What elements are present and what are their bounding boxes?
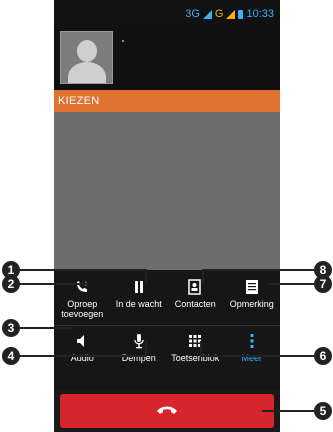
note-label: Opmerking <box>229 299 274 309</box>
callout-line-1-v <box>145 269 147 283</box>
pause-icon <box>133 278 145 296</box>
callout-badge-7: 7 <box>314 275 332 293</box>
callout-line-2 <box>18 283 88 285</box>
callout-line-8 <box>202 269 314 271</box>
keypad-button[interactable]: Toetsenblok <box>167 332 224 372</box>
contacts-label: Contacten <box>174 299 216 309</box>
speaker-icon <box>75 332 89 350</box>
mic-icon <box>133 332 145 350</box>
network-type-2: G <box>214 8 224 20</box>
contact-header <box>54 28 280 90</box>
more-button[interactable]: Meer <box>224 332 281 372</box>
end-call-icon <box>156 402 178 420</box>
callout-line-1 <box>18 269 146 271</box>
phone-screen: 3G G 10:33 KIEZEN + Oproep toevoegen <box>54 0 280 432</box>
add-call-icon: + <box>74 278 90 296</box>
more-icon <box>250 332 254 350</box>
callout-line-4 <box>18 355 146 357</box>
contacts-button[interactable]: Contacten <box>167 278 224 326</box>
signal-icon-2 <box>226 9 236 19</box>
callout-badge-5: 5 <box>314 402 332 420</box>
call-controls: + Oproep toevoegen In de wacht Contacten <box>54 270 280 390</box>
audio-button[interactable]: Audio <box>54 332 111 372</box>
callout-badge-2: 2 <box>2 275 20 293</box>
mute-button[interactable]: Dempen <box>111 332 168 372</box>
callout-line-4-v <box>145 341 147 356</box>
hold-button[interactable]: In de wacht <box>111 278 168 326</box>
clock: 10:33 <box>246 8 274 20</box>
network-type: 3G <box>185 8 200 20</box>
status-bar: 3G G 10:33 <box>54 0 280 28</box>
callout-line-5 <box>262 410 314 412</box>
call-status-label: KIEZEN <box>54 90 280 112</box>
add-call-label: Oproep toevoegen <box>61 299 104 319</box>
battery-icon <box>238 9 244 19</box>
callout-line-8-v <box>202 269 204 283</box>
hold-label: In de wacht <box>115 299 162 309</box>
note-icon <box>245 278 259 296</box>
callout-badge-3: 3 <box>2 319 20 337</box>
end-call-button[interactable] <box>60 394 274 428</box>
contacts-icon <box>188 278 202 296</box>
call-background <box>54 112 280 270</box>
avatar <box>60 31 113 84</box>
callout-line-6-v <box>200 341 202 356</box>
signal-icon <box>202 9 212 19</box>
note-button[interactable]: Opmerking <box>224 278 281 326</box>
add-call-button[interactable]: + Oproep toevoegen <box>54 278 111 326</box>
callout-line-6 <box>200 355 314 357</box>
callout-badge-4: 4 <box>2 347 20 365</box>
callout-badge-6: 6 <box>314 347 332 365</box>
callout-line-7 <box>268 283 314 285</box>
callout-line-3 <box>18 327 72 329</box>
